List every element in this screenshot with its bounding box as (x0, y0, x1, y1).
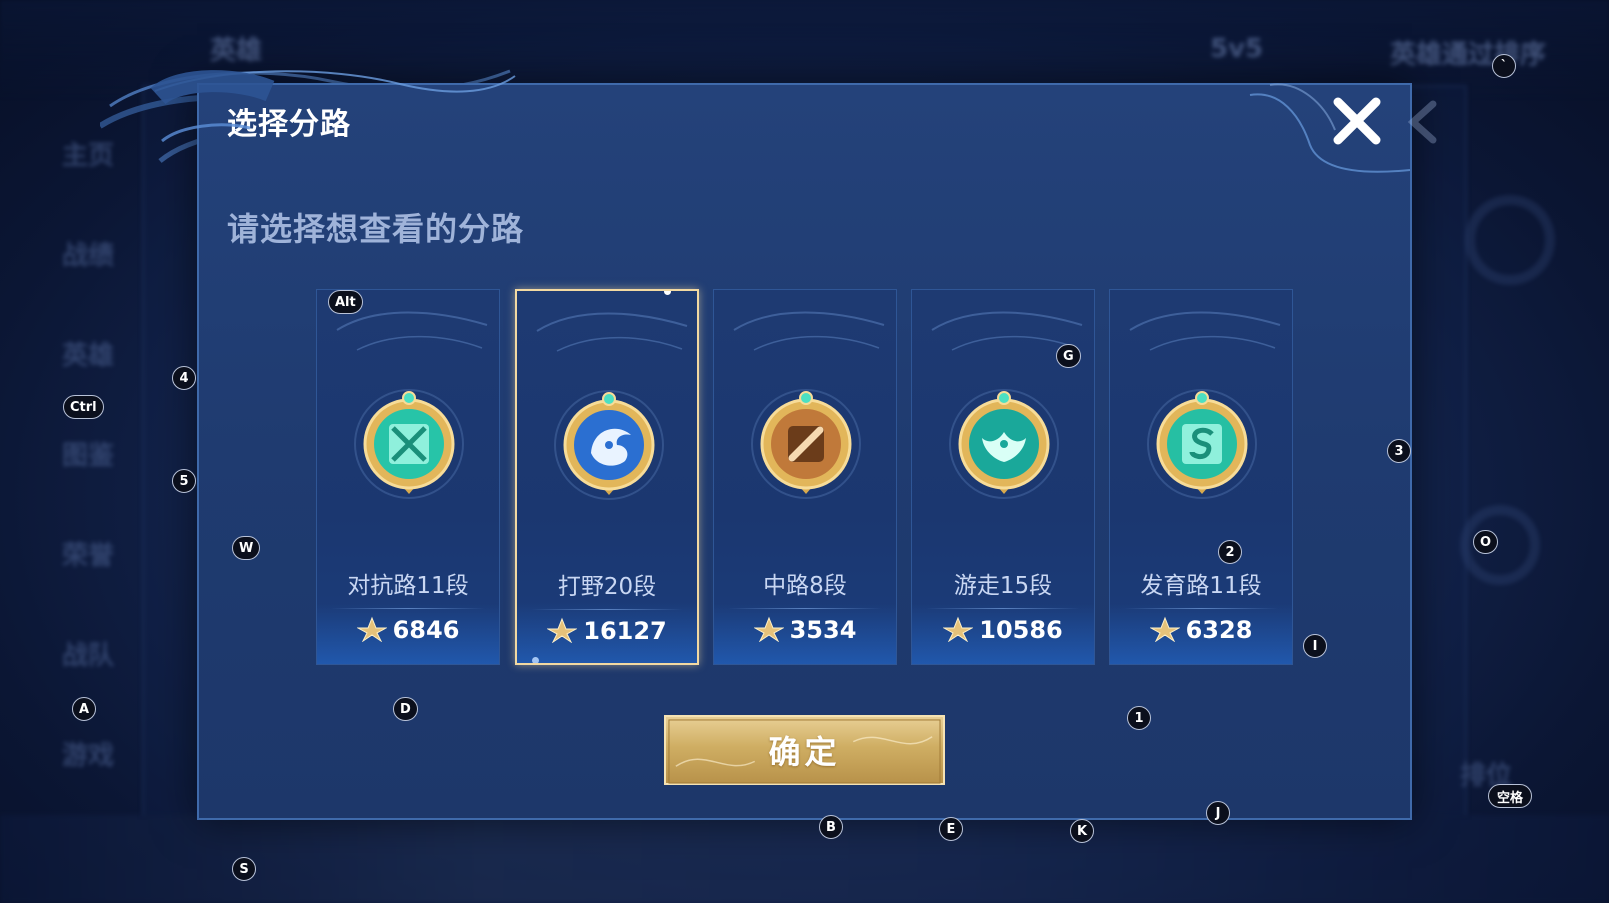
proficiency-icon (753, 616, 784, 642)
key-hint-a: A (72, 697, 97, 721)
lane-label: 打野20段 (557, 574, 657, 600)
background-side-item: 荣誉 (62, 541, 115, 571)
key-hint-3: 3 (1387, 439, 1411, 463)
background-side-item: 英雄 (62, 341, 115, 371)
lane-score-value: 3534 (789, 616, 857, 644)
lane-score: 16127 (517, 617, 697, 645)
lane-score-value: 10586 (979, 616, 1063, 644)
farm-lane-emblem-icon (1147, 389, 1257, 499)
background-emblem-icon (1460, 505, 1540, 585)
background-top-item-mode: 5v5 (1210, 34, 1264, 64)
key-hint-2: 2 (1218, 540, 1242, 564)
key-hint-o: O (1473, 530, 1499, 554)
key-hint-j: J (1206, 801, 1230, 825)
lane-divider (728, 608, 882, 609)
lane-label: 游走15段 (953, 573, 1053, 599)
background-top-item-sort: 英雄通过排序 (1390, 40, 1547, 70)
lane-score: 3534 (714, 616, 896, 644)
lane-label: 发育路11段 (1140, 573, 1262, 599)
key-hint-alt: Alt (328, 290, 363, 314)
proficiency-icon (547, 617, 578, 643)
confirm-label: 确定 (768, 733, 841, 771)
card-swirl-decoration-icon (536, 312, 688, 352)
key-hint-5: 5 (172, 469, 196, 493)
key-hint-s: S (232, 857, 256, 881)
lane-score-value: 16127 (583, 617, 667, 645)
key-hint-4: 4 (172, 366, 196, 390)
lane-card[interactable]: 打野20段 16127 (515, 289, 699, 665)
key-hint-b: B (819, 815, 843, 839)
key-hint-space: 空格 (1488, 784, 1533, 808)
card-swirl-decoration-icon (733, 311, 885, 351)
background-side-item: 图鉴 (62, 441, 115, 471)
confirm-button[interactable]: 确定 (664, 715, 945, 785)
key-hint-ctrl: Ctrl (63, 395, 104, 419)
key-hint-e: E (939, 817, 963, 841)
lane-card[interactable]: 对抗路11段 6846 (316, 289, 500, 665)
card-swirl-decoration-icon (1129, 311, 1281, 351)
background-side-item: 游戏 (62, 741, 115, 771)
lane-divider (531, 609, 683, 610)
lane-score-value: 6846 (392, 616, 460, 644)
lane-divider (1124, 608, 1278, 609)
lane-score: 6846 (317, 616, 499, 644)
background-side-item: 战绩 (62, 241, 115, 271)
selection-corner-dot (532, 657, 539, 663)
key-hint-k: K (1070, 819, 1095, 843)
proficiency-icon (356, 616, 387, 642)
key-hint-d: D (393, 697, 418, 721)
key-hint-1: 1 (1127, 706, 1151, 730)
mid-lane-emblem-icon (751, 389, 861, 499)
background-side-item: 主页 (62, 141, 115, 171)
lane-score-value: 6328 (1185, 616, 1253, 644)
key-hint-g: G (1056, 344, 1081, 368)
modal-title: 选择分路 (227, 107, 351, 142)
background-top-item-hero: 英雄 (210, 36, 263, 66)
background-side-item: 战队 (62, 641, 115, 671)
lane-card[interactable]: 发育路11段 6328 (1109, 289, 1293, 665)
jungle-dragon-emblem-icon (554, 390, 664, 500)
lane-label: 对抗路11段 (347, 573, 469, 599)
proficiency-icon (943, 616, 974, 642)
lane-card[interactable]: 中路8段 3534 (713, 289, 897, 665)
key-hint-backtick: ` (1492, 54, 1516, 78)
lane-divider (331, 608, 485, 609)
close-icon[interactable] (1330, 94, 1384, 148)
proficiency-icon (1149, 616, 1180, 642)
back-chevron-icon (1407, 100, 1437, 144)
key-hint-i: I (1303, 634, 1327, 658)
lane-divider (926, 608, 1080, 609)
background-emblem-icon (1465, 195, 1555, 285)
roam-wings-emblem-icon (949, 389, 1059, 499)
lane-score: 6328 (1110, 616, 1292, 644)
key-hint-w: W (232, 536, 261, 560)
clash-lane-emblem-icon (354, 389, 464, 499)
lane-label: 中路8段 (763, 573, 847, 599)
modal-subtitle: 请选择想查看的分路 (227, 210, 525, 248)
lane-score: 10586 (912, 616, 1094, 644)
